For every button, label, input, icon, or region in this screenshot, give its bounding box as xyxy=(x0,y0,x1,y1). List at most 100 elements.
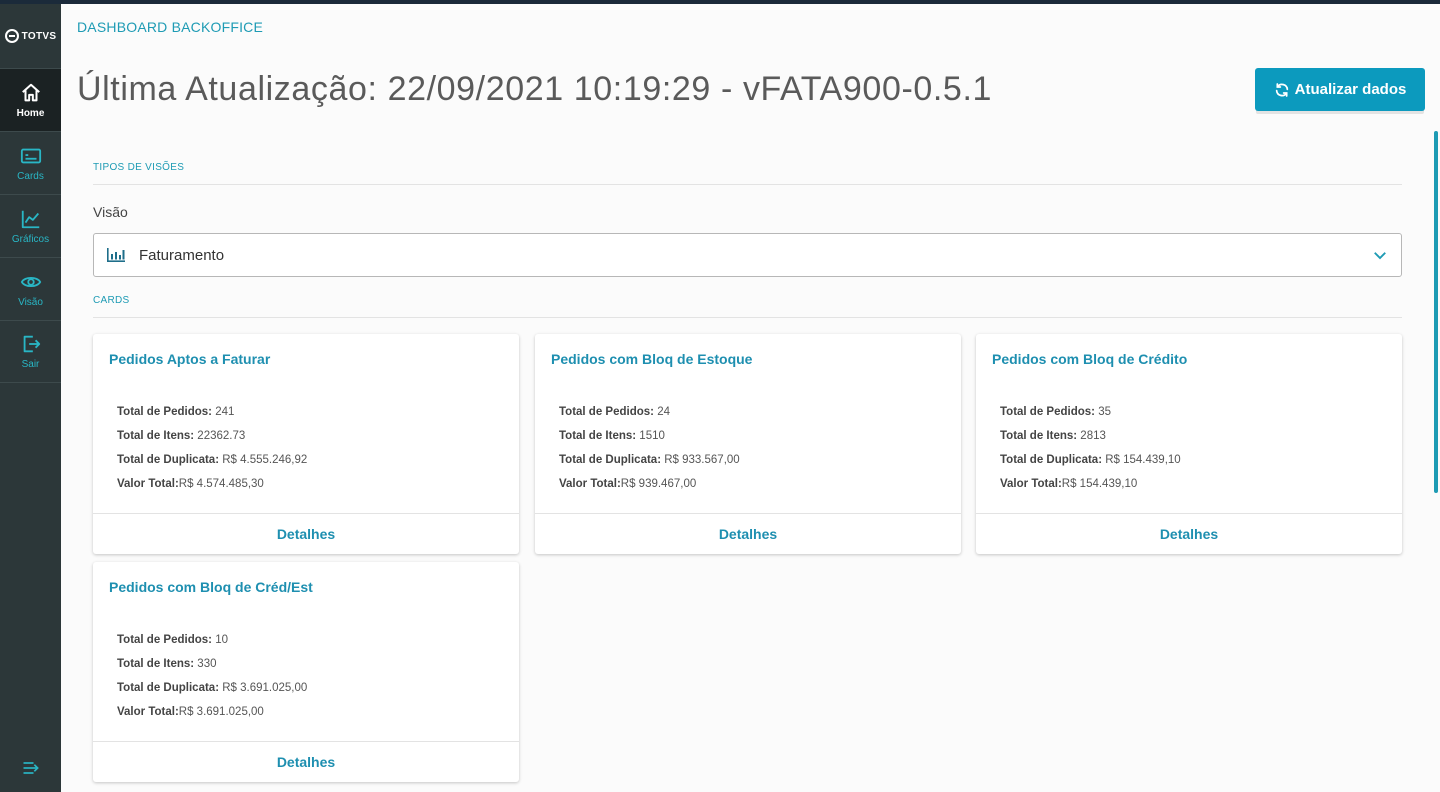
summary-card: Pedidos com Bloq de Estoque Total de Ped… xyxy=(535,334,961,554)
card-title: Pedidos com Bloq de Crédito xyxy=(992,351,1188,367)
totvs-logo-icon xyxy=(4,29,19,43)
card-line: Valor Total:R$ 154.439,10 xyxy=(1000,476,1181,500)
card-line: Total de Pedidos: 24 xyxy=(559,404,740,428)
card-line-key: Valor Total: xyxy=(1000,478,1062,490)
card-line: Total de Itens: 330 xyxy=(117,656,307,680)
logout-icon xyxy=(23,335,40,353)
page-title: Última Atualização: 22/09/2021 10:19:29 … xyxy=(77,70,992,108)
card-line-value: 10 xyxy=(212,634,228,646)
sidebar-item-graficos[interactable]: Gráficos xyxy=(0,194,61,257)
card-line-value: 330 xyxy=(194,658,217,670)
card-title: Pedidos com Bloq de Estoque xyxy=(551,351,753,367)
card-line-key: Total de Pedidos: xyxy=(559,406,654,418)
sidebar: TOTVS Home Cards Gráficos Visão Sair xyxy=(0,4,61,792)
eye-icon xyxy=(20,276,41,287)
details-link[interactable]: Detalhes xyxy=(277,754,335,770)
card-line-key: Total de Itens: xyxy=(117,658,195,670)
totvs-logo: TOTVS xyxy=(0,4,61,68)
card-line-value: 1510 xyxy=(636,430,665,442)
sidebar-item-sair[interactable]: Sair xyxy=(0,320,61,383)
card-line-key: Total de Duplicata: xyxy=(559,454,662,466)
summary-card: Pedidos com Bloq de Créd/Est Total de Pe… xyxy=(93,562,519,782)
card-line-key: Valor Total: xyxy=(117,706,179,718)
card-line-key: Total de Itens: xyxy=(559,430,637,442)
details-link[interactable]: Detalhes xyxy=(1160,526,1218,542)
card-line-value: 22362.73 xyxy=(194,430,246,442)
card-line-key: Total de Pedidos: xyxy=(117,634,212,646)
card-footer: Detalhes xyxy=(93,513,519,554)
card-footer: Detalhes xyxy=(535,513,961,554)
summary-card: Pedidos com Bloq de Crédito Total de Ped… xyxy=(976,334,1402,554)
refresh-button-label: Atualizar dados xyxy=(1294,81,1407,98)
card-line-key: Valor Total: xyxy=(117,478,179,490)
views-section-label: TIPOS DE VISÕES xyxy=(93,162,185,173)
sidebar-item-label: Home xyxy=(16,107,45,119)
card-line: Valor Total:R$ 3.691.025,00 xyxy=(117,704,307,728)
card-line: Total de Itens: 22362.73 xyxy=(117,428,307,452)
card-body: Total de Pedidos: 241 Total de Itens: 22… xyxy=(117,404,307,500)
menu-collapse-icon xyxy=(23,762,39,774)
sidebar-item-visao[interactable]: Visão xyxy=(0,257,61,320)
card-line: Total de Duplicata: R$ 933.567,00 xyxy=(559,452,740,476)
card-footer: Detalhes xyxy=(93,741,519,782)
card-line: Total de Pedidos: 35 xyxy=(1000,404,1181,428)
view-select[interactable]: Faturamento xyxy=(93,233,1402,277)
card-line: Total de Duplicata: R$ 4.555.246,92 xyxy=(117,452,307,476)
card-line: Total de Pedidos: 10 xyxy=(117,632,307,656)
sidebar-collapse-button[interactable] xyxy=(0,758,61,778)
card-line-value: R$ 154.439,10 xyxy=(1102,454,1181,466)
card-line-value: 35 xyxy=(1095,406,1111,418)
card-icon xyxy=(20,148,41,163)
card-line-key: Total de Duplicata: xyxy=(117,682,220,694)
card-line-value: 2813 xyxy=(1077,430,1106,442)
card-line: Valor Total:R$ 4.574.485,30 xyxy=(117,476,307,500)
details-link[interactable]: Detalhes xyxy=(277,526,335,542)
breadcrumb[interactable]: DASHBOARD BACKOFFICE xyxy=(77,19,263,35)
card-line: Total de Pedidos: 241 xyxy=(117,404,307,428)
card-line-key: Total de Duplicata: xyxy=(1000,454,1103,466)
card-title: Pedidos Aptos a Faturar xyxy=(109,351,271,367)
summary-card: Pedidos Aptos a Faturar Total de Pedidos… xyxy=(93,334,519,554)
card-line-key: Total de Duplicata: xyxy=(117,454,220,466)
bar-chart-icon xyxy=(107,248,125,262)
card-body: Total de Pedidos: 24 Total de Itens: 151… xyxy=(559,404,740,500)
sidebar-item-label: Cards xyxy=(17,170,44,182)
card-line-key: Total de Itens: xyxy=(117,430,195,442)
main-content: DASHBOARD BACKOFFICE Última Atualização:… xyxy=(61,4,1440,792)
card-body: Total de Pedidos: 35 Total de Itens: 281… xyxy=(1000,404,1181,500)
card-line-value: R$ 3.691.025,00 xyxy=(178,706,264,718)
card-line: Total de Duplicata: R$ 3.691.025,00 xyxy=(117,680,307,704)
sidebar-item-label: Visão xyxy=(18,296,43,308)
card-line-value: R$ 4.555.246,92 xyxy=(219,454,308,466)
card-line-value: R$ 3.691.025,00 xyxy=(219,682,308,694)
card-line: Total de Itens: 2813 xyxy=(1000,428,1181,452)
card-line: Valor Total:R$ 939.467,00 xyxy=(559,476,740,500)
sidebar-item-cards[interactable]: Cards xyxy=(0,131,61,194)
card-line: Total de Duplicata: R$ 154.439,10 xyxy=(1000,452,1181,476)
card-line-value: 24 xyxy=(654,406,670,418)
card-body: Total de Pedidos: 10 Total de Itens: 330… xyxy=(117,632,307,728)
cards-section-label: CARDS xyxy=(93,295,130,306)
card-line-value: R$ 4.574.485,30 xyxy=(178,478,264,490)
details-link[interactable]: Detalhes xyxy=(719,526,777,542)
card-line-key: Total de Itens: xyxy=(1000,430,1078,442)
chart-icon xyxy=(21,210,39,228)
home-icon xyxy=(21,83,40,101)
view-field-label: Visão xyxy=(93,204,128,220)
sidebar-item-home[interactable]: Home xyxy=(0,68,61,131)
card-line: Total de Itens: 1510 xyxy=(559,428,740,452)
card-line-key: Total de Pedidos: xyxy=(117,406,212,418)
card-line-value: R$ 154.439,10 xyxy=(1061,478,1138,490)
section-divider xyxy=(93,184,1402,185)
refresh-icon xyxy=(1275,82,1288,97)
chevron-down-icon xyxy=(1374,252,1386,260)
refresh-data-button[interactable]: Atualizar dados xyxy=(1255,68,1425,111)
vertical-scrollbar[interactable] xyxy=(1434,131,1438,493)
logo-text: TOTVS xyxy=(21,30,57,42)
card-line-value: R$ 933.567,00 xyxy=(661,454,740,466)
view-select-value: Faturamento xyxy=(139,246,225,264)
card-line-value: R$ 939.467,00 xyxy=(620,478,697,490)
card-line-key: Total de Pedidos: xyxy=(1000,406,1095,418)
card-line-value: 241 xyxy=(212,406,235,418)
sidebar-item-label: Sair xyxy=(21,359,40,370)
